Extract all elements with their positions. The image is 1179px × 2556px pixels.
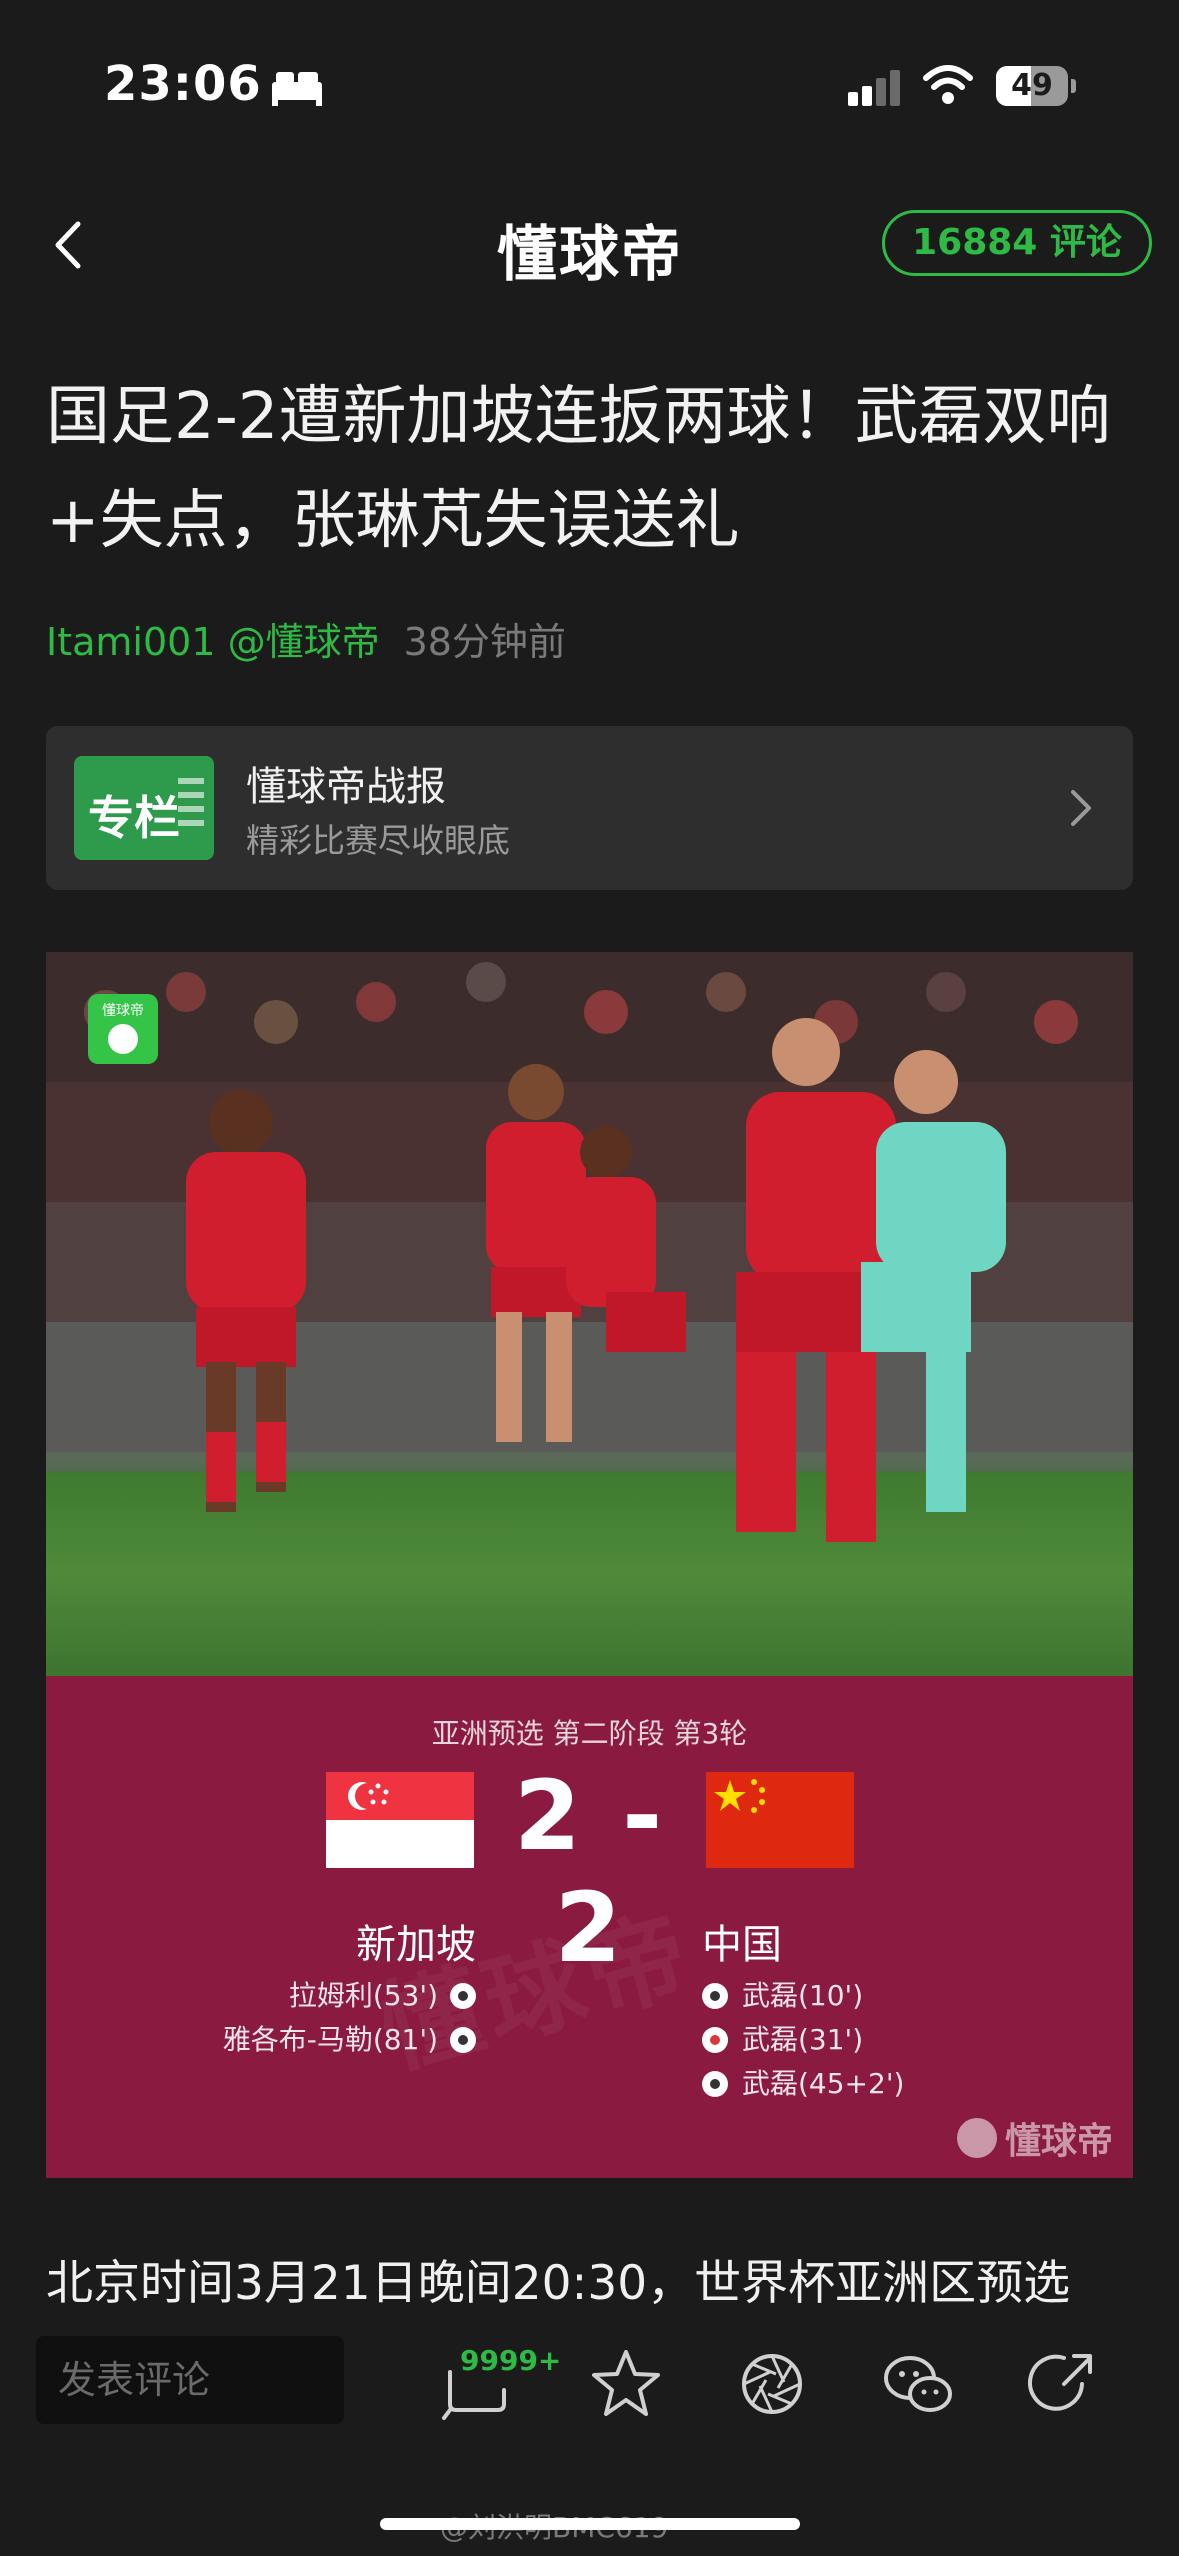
column-subtitle: 精彩比赛尽收眼底 xyxy=(246,821,510,860)
scorer-name: 雅各布-马勒(81') xyxy=(222,2023,438,2056)
home-scorer-row: 雅各布-马勒(81') xyxy=(46,2018,476,2062)
author-link[interactable]: Itami001 @懂球帝 xyxy=(46,620,380,664)
column-title: 懂球帝战报 xyxy=(246,764,446,810)
wifi-icon xyxy=(923,65,973,104)
wechat-icon[interactable] xyxy=(878,2344,958,2424)
article-page: 23:06 49 懂球帝 16884 评论 国足2-2遭新加坡连扳两球！武磊双响… xyxy=(0,0,1179,2556)
article-meta: Itami001 @懂球帝 38分钟前 xyxy=(46,612,566,672)
share-icon[interactable] xyxy=(1024,2344,1104,2424)
photo-logo-text: 懂球帝 xyxy=(102,1003,144,1019)
scorer-name: 武磊(31') xyxy=(742,2023,864,2056)
soccer-ball-icon xyxy=(702,1983,728,2009)
column-card[interactable]: 专栏 懂球帝战报 精彩比赛尽收眼底 xyxy=(46,726,1133,890)
scorer-name: 武磊(45+2') xyxy=(742,2067,905,2100)
sleep-icon xyxy=(272,72,322,106)
soccer-ball-icon xyxy=(108,1024,138,1054)
home-team-name: 新加坡 xyxy=(356,1922,476,1968)
chevron-right-icon xyxy=(1071,790,1091,826)
away-team-name: 中国 xyxy=(702,1922,782,1968)
star-icon[interactable] xyxy=(586,2344,666,2424)
comment-input[interactable]: 发表评论 xyxy=(36,2336,344,2424)
battery-level: 49 xyxy=(1011,68,1053,103)
photo-logo-badge: 懂球帝 xyxy=(88,994,158,1064)
soccer-ball-icon xyxy=(956,2118,997,2158)
comment-count-button[interactable]: 16884 评论 xyxy=(882,210,1152,276)
app-header: 懂球帝 16884 评论 xyxy=(0,170,1179,320)
away-scorer-row: 武磊(31') xyxy=(702,2018,1102,2062)
status-bar: 23:06 49 xyxy=(0,0,1179,170)
soccer-ball-icon xyxy=(450,1983,476,2009)
china-flag-icon xyxy=(706,1772,854,1868)
signal-icon xyxy=(848,70,900,106)
home-scorers: 拉姆利(53') 雅各布-马勒(81') xyxy=(46,1974,476,2062)
back-arrow-icon[interactable] xyxy=(40,210,100,280)
scoreboard-watermark-text: 懂球帝 xyxy=(1004,2121,1113,2162)
bottom-toolbar: 发表评论 9999+ @刘洪明BMC619 xyxy=(0,2320,1179,2556)
competition-stage: 亚洲预选 第二阶段 第3轮 xyxy=(431,1717,748,1750)
match-score: 2 - 2 xyxy=(513,1760,667,1984)
match-photo: 懂球帝 xyxy=(46,952,1133,1676)
players-illustration xyxy=(186,1018,1006,1542)
publish-time: 38分钟前 xyxy=(403,620,566,664)
app-logo: 懂球帝 xyxy=(497,220,683,290)
singapore-flag-icon xyxy=(326,1772,474,1868)
own-goal-ball-icon xyxy=(702,2027,728,2053)
home-scorer-row: 拉姆利(53') xyxy=(46,1974,476,2018)
battery-indicator: 49 xyxy=(996,66,1076,106)
column-badge: 专栏 xyxy=(74,756,214,860)
scoreboard: 懂球帝 亚洲预选 第二阶段 第3轮 2 - 2 新加坡 中国 拉姆利(53') xyxy=(46,1676,1133,2178)
soccer-ball-icon xyxy=(702,2071,728,2097)
newspaper-icon xyxy=(178,778,204,826)
away-scorer-row: 武磊(10') xyxy=(702,1974,1102,2018)
article-title: 国足2-2遭新加坡连扳两球！武磊双响+失点，张琳芃失误送礼 xyxy=(46,380,1111,558)
scorer-name: 拉姆利(53') xyxy=(288,1979,438,2012)
soccer-ball-icon xyxy=(450,2027,476,2053)
away-scorers: 武磊(10') 武磊(31') 武磊(45+2') xyxy=(702,1974,1102,2106)
aperture-icon[interactable] xyxy=(732,2344,812,2424)
article-body-text: 北京时间3月21日晚间20:30，世界杯亚洲区预选 xyxy=(46,2256,1071,2311)
home-indicator[interactable] xyxy=(380,2518,800,2530)
comment-count-badge: 9999+ xyxy=(460,2344,562,2377)
scorer-name: 武磊(10') xyxy=(742,1979,864,2012)
scoreboard-watermark: 懂球帝 xyxy=(956,2112,1113,2164)
away-scorer-row: 武磊(45+2') xyxy=(702,2062,1102,2106)
status-time: 23:06 xyxy=(104,56,262,112)
column-badge-label: 专栏 xyxy=(88,791,180,845)
